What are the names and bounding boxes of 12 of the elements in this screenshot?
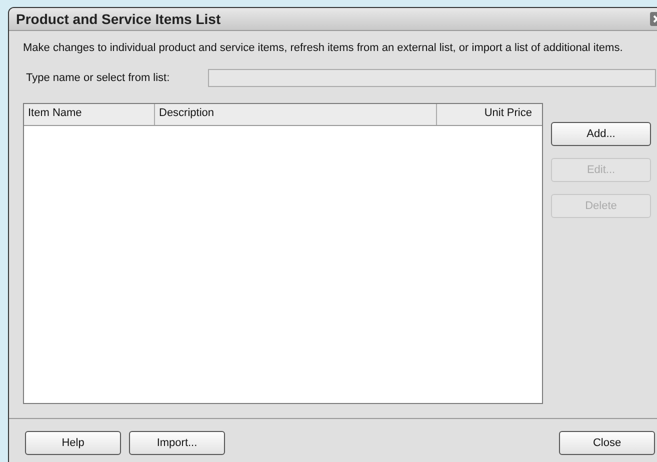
column-header[interactable]: Unit Price bbox=[437, 104, 542, 125]
name-input-field[interactable] bbox=[208, 69, 656, 87]
column-header[interactable]: Description bbox=[155, 104, 437, 125]
window-title: Product and Service Items List bbox=[16, 11, 221, 27]
description-text: Make changes to individual product and service items, refresh items from an external list, or import a list of additional items. bbox=[23, 41, 624, 55]
dialog-button[interactable]: Import... bbox=[129, 430, 225, 454]
dialog-button[interactable]: Close bbox=[559, 430, 655, 454]
items-list[interactable]: Item Name Description Unit Price bbox=[23, 103, 543, 404]
dialog-button[interactable]: Help bbox=[25, 430, 121, 454]
column-header[interactable]: Item Name bbox=[24, 104, 155, 125]
dialog-button[interactable]: Add... bbox=[551, 122, 651, 146]
field-label: Type name or select from list: bbox=[25, 72, 171, 84]
